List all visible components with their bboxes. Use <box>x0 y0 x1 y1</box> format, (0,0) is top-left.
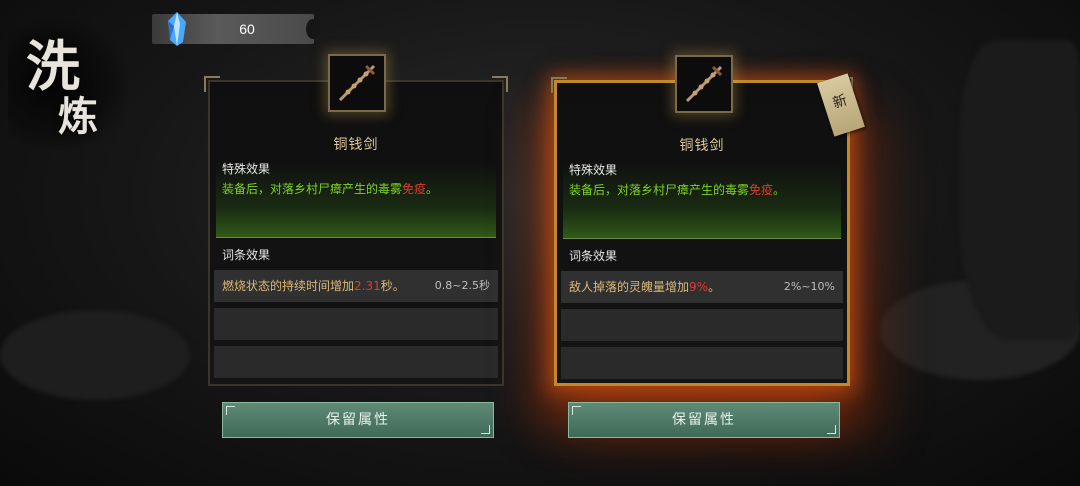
special-effect-text: 装备后，对落乡村尸瘴产生的毒雾免疫。 <box>222 180 438 197</box>
affix-text-pre: 敌人掉落的灵魄量增加 <box>569 280 690 294</box>
button-corner <box>226 406 235 415</box>
card-corner <box>492 76 508 92</box>
affix-slot-1: 燃烧状态的持续时间增加2.31秒。 0.8~2.5秒 <box>214 270 498 302</box>
item-icon-frame <box>675 55 733 113</box>
button-corner <box>481 425 490 434</box>
item-name: 铜钱剑 <box>333 137 379 153</box>
background-rock <box>0 310 190 400</box>
item-card-1[interactable]: 铜钱剑 特殊效果 装备后，对落乡村尸瘴产生的毒雾免疫。 词条效果 燃烧状态的持续… <box>204 54 508 386</box>
item-icon-frame <box>328 54 386 112</box>
affix-text-post: 秒。 <box>380 279 405 293</box>
special-effect-pre: 装备后，对落乡村尸瘴产生的毒雾 <box>222 182 403 196</box>
special-effect-pre: 装备后，对落乡村尸瘴产生的毒雾 <box>569 183 750 197</box>
new-tag-label: 新 <box>830 92 850 112</box>
sword-icon <box>338 64 376 102</box>
affix-slot-3 <box>561 347 843 379</box>
keep-attributes-label: 保留属性 <box>326 412 390 428</box>
affix-slot-1: 敌人掉落的灵魄量增加9%。 2%~10% <box>561 271 843 303</box>
special-effect-post: 。 <box>426 182 439 196</box>
button-corner <box>572 406 581 415</box>
affix-range: 0.8~2.5秒 <box>434 279 490 292</box>
special-effect-label: 特殊效果 <box>569 163 618 177</box>
currency-notch <box>306 19 320 39</box>
keep-attributes-button-2[interactable]: 保留属性 <box>568 402 840 438</box>
card-corner <box>204 76 220 92</box>
special-effect-text: 装备后，对落乡村尸瘴产生的毒雾免疫。 <box>569 181 785 198</box>
affix-value: 9% <box>689 280 709 294</box>
special-effect-highlight: 免疫 <box>749 183 774 197</box>
special-effect-post: 。 <box>773 183 786 197</box>
affix-value: 2.31 <box>354 279 381 293</box>
currency-value: 60 <box>239 21 255 37</box>
special-effect-label: 特殊效果 <box>222 162 271 176</box>
new-tag: 新 <box>817 73 865 137</box>
affix-slot-2 <box>214 308 498 340</box>
divider <box>216 237 496 238</box>
item-card-2[interactable]: 新 铜钱剑 特殊效果 装备后，对落乡村尸瘴产生的毒雾免疫。 词条效果 敌人掉落的… <box>551 55 865 386</box>
affix-text: 敌人掉落的灵魄量增加9%。 <box>569 271 720 303</box>
affix-label: 词条效果 <box>222 248 271 262</box>
keep-attributes-button-1[interactable]: 保留属性 <box>222 402 494 438</box>
affix-range: 2%~10% <box>783 280 835 293</box>
background-cliff <box>960 40 1080 340</box>
item-name: 铜钱剑 <box>679 138 725 154</box>
button-corner <box>827 425 836 434</box>
special-effect-highlight: 免疫 <box>402 182 427 196</box>
sword-icon <box>685 65 723 103</box>
keep-attributes-label: 保留属性 <box>672 412 736 428</box>
blue-crystal-icon <box>168 12 186 46</box>
affix-slot-2 <box>561 309 843 341</box>
currency-bar: 60 <box>152 12 320 46</box>
card-corner <box>551 77 567 93</box>
affix-label: 词条效果 <box>569 249 618 263</box>
affix-text-post: 。 <box>708 280 721 294</box>
title-char-2: 炼 <box>58 93 98 140</box>
divider <box>563 238 841 239</box>
affix-text: 燃烧状态的持续时间增加2.31秒。 <box>222 270 405 302</box>
affix-slot-3 <box>214 346 498 378</box>
affix-text-pre: 燃烧状态的持续时间增加 <box>222 279 355 293</box>
